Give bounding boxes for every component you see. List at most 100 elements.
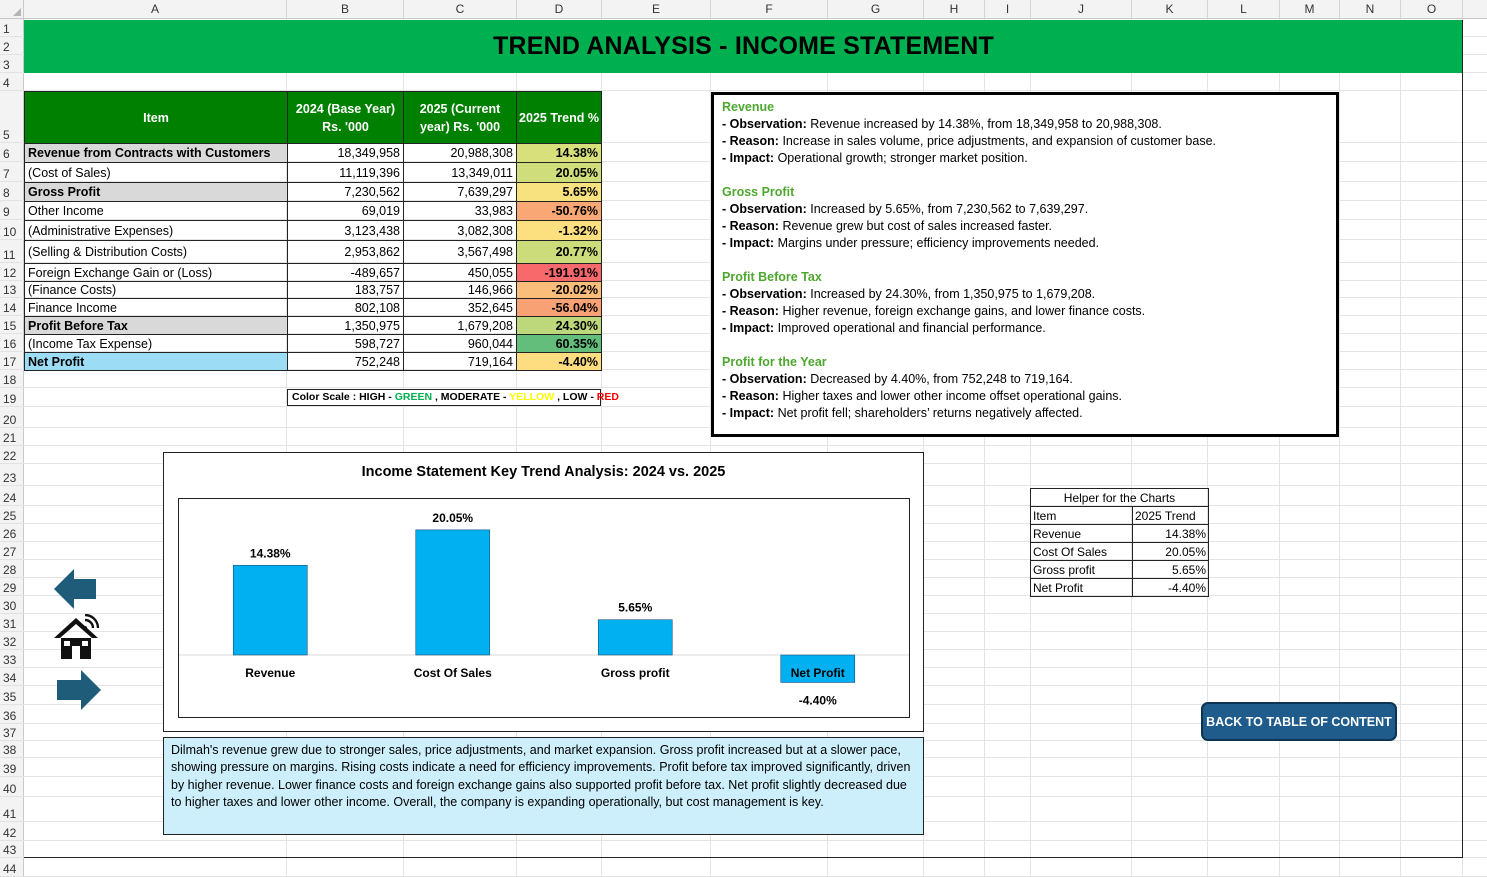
header-item[interactable]: Item bbox=[24, 91, 288, 144]
header-2025[interactable]: 2025 (Current year) Rs. '000 bbox=[403, 91, 517, 144]
chart-bar[interactable] bbox=[232, 564, 308, 656]
back-to-toc-button[interactable]: BACK TO TABLE OF CONTENT bbox=[1201, 702, 1397, 741]
column-header-O[interactable]: O bbox=[1401, 0, 1463, 19]
row-header-44[interactable]: 44 bbox=[0, 858, 24, 877]
row-header-28[interactable]: 28 bbox=[0, 560, 24, 578]
row-header-3[interactable]: 3 bbox=[0, 55, 24, 73]
row-header-42[interactable]: 42 bbox=[0, 822, 24, 841]
row-header-9[interactable]: 9 bbox=[0, 201, 24, 220]
cell-item[interactable]: Gross Profit bbox=[24, 182, 288, 202]
row-header-35[interactable]: 35 bbox=[0, 686, 24, 705]
helper-cell-item[interactable]: Cost Of Sales bbox=[1030, 542, 1133, 561]
cell-2025[interactable]: 3,567,498 bbox=[403, 240, 517, 264]
cell-trend[interactable]: 60.35% bbox=[516, 334, 602, 353]
cell-2025[interactable]: 960,044 bbox=[403, 334, 517, 353]
right-arrow-icon[interactable] bbox=[55, 667, 103, 713]
row-header-11[interactable]: 11 bbox=[0, 240, 24, 263]
cell-2024[interactable]: 752,248 bbox=[287, 352, 404, 371]
cell-trend[interactable]: 14.38% bbox=[516, 143, 602, 163]
row-header-26[interactable]: 26 bbox=[0, 524, 24, 542]
cell-trend[interactable]: 20.77% bbox=[516, 240, 602, 264]
cell-2024[interactable]: 7,230,562 bbox=[287, 182, 404, 202]
row-header-39[interactable]: 39 bbox=[0, 758, 24, 777]
cell-2025[interactable]: 7,639,297 bbox=[403, 182, 517, 202]
home-icon[interactable] bbox=[52, 613, 102, 662]
column-header-A[interactable]: A bbox=[24, 0, 287, 19]
cell-item[interactable]: (Income Tax Expense) bbox=[24, 334, 288, 353]
row-header-38[interactable]: 38 bbox=[0, 741, 24, 758]
helper-title[interactable]: Helper for the Charts bbox=[1030, 488, 1209, 507]
helper-cell-trend[interactable]: -4.40% bbox=[1132, 578, 1209, 597]
helper-header-item[interactable]: Item bbox=[1030, 506, 1133, 525]
column-header-N[interactable]: N bbox=[1340, 0, 1401, 19]
row-header-31[interactable]: 31 bbox=[0, 614, 24, 632]
column-header-D[interactable]: D bbox=[517, 0, 602, 19]
cell-trend[interactable]: 24.30% bbox=[516, 316, 602, 335]
select-all-corner[interactable] bbox=[0, 0, 24, 19]
row-header-20[interactable]: 20 bbox=[0, 407, 24, 428]
cell-item[interactable]: (Cost of Sales) bbox=[24, 162, 288, 183]
row-header-37[interactable]: 37 bbox=[0, 724, 24, 741]
column-header-J[interactable]: J bbox=[1031, 0, 1132, 19]
cell-2025[interactable]: 33,983 bbox=[403, 201, 517, 221]
cell-item[interactable]: Revenue from Contracts with Customers bbox=[24, 143, 288, 163]
header-trend[interactable]: 2025 Trend % bbox=[516, 91, 602, 144]
row-header-27[interactable]: 27 bbox=[0, 542, 24, 560]
row-header-21[interactable]: 21 bbox=[0, 428, 24, 446]
cell-2024[interactable]: 69,019 bbox=[287, 201, 404, 221]
row-header-23[interactable]: 23 bbox=[0, 464, 24, 486]
row-header-14[interactable]: 14 bbox=[0, 298, 24, 316]
cell-2025[interactable]: 20,988,308 bbox=[403, 143, 517, 163]
column-header-H[interactable]: H bbox=[924, 0, 985, 19]
row-header-43[interactable]: 43 bbox=[0, 841, 24, 858]
cell-2024[interactable]: 802,108 bbox=[287, 298, 404, 317]
cell-2025[interactable]: 450,055 bbox=[403, 263, 517, 282]
analysis-textbox[interactable]: Revenue - Observation: Revenue increased … bbox=[711, 92, 1339, 437]
row-header-24[interactable]: 24 bbox=[0, 486, 24, 506]
chart-bar[interactable] bbox=[415, 529, 491, 656]
column-header-F[interactable]: F bbox=[711, 0, 828, 19]
trend-chart[interactable]: Income Statement Key Trend Analysis: 202… bbox=[163, 452, 924, 732]
row-header-36[interactable]: 36 bbox=[0, 705, 24, 724]
cell-trend[interactable]: -191.91% bbox=[516, 263, 602, 282]
cell-trend[interactable]: -20.02% bbox=[516, 281, 602, 299]
cell-trend[interactable]: 5.65% bbox=[516, 182, 602, 202]
row-header-8[interactable]: 8 bbox=[0, 182, 24, 201]
row-header-1[interactable]: 1 bbox=[0, 19, 24, 37]
row-header-4[interactable]: 4 bbox=[0, 73, 24, 91]
row-header-29[interactable]: 29 bbox=[0, 578, 24, 596]
cell-2024[interactable]: 598,727 bbox=[287, 334, 404, 353]
cell-2024[interactable]: 11,119,396 bbox=[287, 162, 404, 183]
helper-cell-trend[interactable]: 14.38% bbox=[1132, 524, 1209, 543]
chart-bar[interactable] bbox=[597, 619, 673, 656]
row-header-30[interactable]: 30 bbox=[0, 596, 24, 614]
row-header-22[interactable]: 22 bbox=[0, 446, 24, 464]
cell-2024[interactable]: 183,757 bbox=[287, 281, 404, 299]
cell-item[interactable]: (Selling & Distribution Costs) bbox=[24, 240, 288, 264]
row-header-41[interactable]: 41 bbox=[0, 797, 24, 822]
left-arrow-icon[interactable] bbox=[52, 566, 98, 612]
summary-textbox[interactable]: Dilmah's revenue grew due to stronger sa… bbox=[163, 737, 924, 835]
cell-trend[interactable]: 20.05% bbox=[516, 162, 602, 183]
color-scale-legend[interactable]: Color Scale : HIGH - GREEN , MODERATE - … bbox=[287, 389, 619, 406]
column-header-B[interactable]: B bbox=[287, 0, 404, 19]
row-header-15[interactable]: 15 bbox=[0, 316, 24, 334]
row-header-5[interactable]: 5 bbox=[0, 91, 24, 143]
cell-item[interactable]: (Administrative Expenses) bbox=[24, 220, 288, 241]
helper-cell-trend[interactable]: 5.65% bbox=[1132, 560, 1209, 579]
row-header-18[interactable]: 18 bbox=[0, 370, 24, 388]
helper-cell-item[interactable]: Net Profit bbox=[1030, 578, 1133, 597]
row-header-25[interactable]: 25 bbox=[0, 506, 24, 524]
cell-trend[interactable]: -56.04% bbox=[516, 298, 602, 317]
row-header-13[interactable]: 13 bbox=[0, 281, 24, 298]
cell-2024[interactable]: 2,953,862 bbox=[287, 240, 404, 264]
cell-2025[interactable]: 13,349,011 bbox=[403, 162, 517, 183]
cell-2024[interactable]: 3,123,438 bbox=[287, 220, 404, 241]
row-header-33[interactable]: 33 bbox=[0, 650, 24, 668]
cell-2024[interactable]: -489,657 bbox=[287, 263, 404, 282]
column-header-G[interactable]: G bbox=[828, 0, 924, 19]
cell-trend[interactable]: -50.76% bbox=[516, 201, 602, 221]
cell-item[interactable]: Profit Before Tax bbox=[24, 316, 288, 335]
cell-2025[interactable]: 146,966 bbox=[403, 281, 517, 299]
row-header-2[interactable]: 2 bbox=[0, 37, 24, 55]
